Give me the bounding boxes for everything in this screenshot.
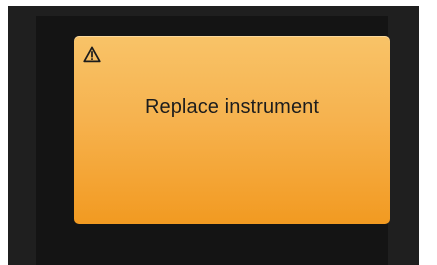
alert-panel: Replace instrument xyxy=(74,36,390,224)
alert-message: Replace instrument xyxy=(144,96,320,118)
display-bezel: Replace instrument xyxy=(8,6,419,265)
device-display: Replace instrument xyxy=(0,0,437,265)
display-screen: Replace instrument xyxy=(36,16,390,265)
warning-triangle-icon xyxy=(83,46,101,63)
